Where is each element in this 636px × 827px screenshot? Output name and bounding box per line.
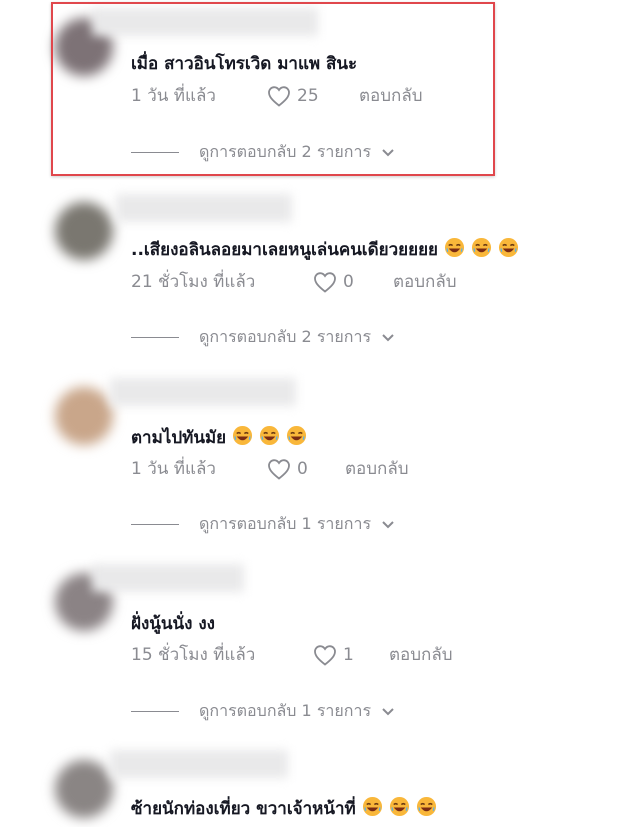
avatar[interactable] [55, 387, 113, 445]
comment-text: ..เสียงอลินลอยมาเลยหนูเล่นคนเดียวยยยย [131, 236, 519, 263]
username-redacted [110, 750, 288, 778]
heart-outline-icon [314, 644, 336, 666]
like-button[interactable]: 0 [313, 271, 393, 293]
like-count: 25 [297, 85, 319, 106]
view-replies-button[interactable]: ดูการตอบกลับ 1 รายการ [131, 699, 395, 724]
view-replies-label: ดูการตอบกลับ 2 รายการ [199, 327, 372, 346]
like-button[interactable]: 25 [267, 85, 359, 107]
heart-outline-icon [314, 271, 336, 293]
username-redacted [92, 564, 244, 592]
comment-meta: 1 วัน ที่แล้ว 25 ตอบกลับ [131, 82, 423, 109]
comment-meta: 21 ชั่วโมง ที่แล้ว 0 ตอบกลับ [131, 268, 457, 295]
like-count: 1 [343, 644, 354, 665]
view-replies-label: ดูการตอบกลับ 1 รายการ [199, 701, 372, 720]
avatar[interactable] [55, 760, 113, 818]
laughing-emoji [416, 796, 436, 817]
reply-button[interactable]: ตอบกลับ [389, 641, 453, 668]
username-redacted [92, 8, 318, 36]
comment-time: 15 ชั่วโมง ที่แล้ว [131, 645, 256, 665]
laughing-emoji [444, 237, 465, 258]
username-redacted [116, 194, 292, 222]
comment-meta: 1 วัน ที่แล้ว 0 ตอบกลับ [131, 455, 409, 482]
divider-line [131, 711, 179, 712]
chevron-down-icon [382, 707, 394, 715]
comment-time: 1 วัน ที่แล้ว [131, 86, 216, 106]
comment-text-body: ซ้ายนักท่องเที่ยว ขวาเจ้าหน้าที่ [131, 799, 356, 819]
divider-line [131, 152, 179, 153]
reply-button[interactable]: ตอบกลับ [359, 82, 423, 109]
comment-text: ฝั่งนู้นนั่ง งง [131, 614, 215, 634]
chevron-down-icon [382, 520, 394, 528]
reply-button[interactable]: ตอบกลับ [345, 455, 409, 482]
like-button[interactable]: 0 [267, 458, 345, 480]
chevron-down-icon [382, 148, 394, 156]
like-count: 0 [343, 271, 354, 292]
comment-meta: 15 ชั่วโมง ที่แล้ว 1 ตอบกลับ [131, 641, 453, 668]
comment-text-body: ..เสียงอลินลอยมาเลยหนูเล่นคนเดียวยยยย [131, 240, 439, 260]
heart-outline-icon [268, 458, 290, 480]
laughing-emoji [471, 237, 492, 258]
divider-line [131, 337, 179, 338]
view-replies-button[interactable]: ดูการตอบกลับ 1 รายการ [131, 512, 395, 537]
laughing-emoji [287, 425, 307, 446]
laughing-emoji [389, 796, 409, 817]
laughing-emoji [260, 425, 280, 446]
chevron-down-icon [382, 333, 394, 341]
reply-button[interactable]: ตอบกลับ [393, 268, 457, 295]
view-replies-label: ดูการตอบกลับ 2 รายการ [199, 142, 372, 161]
username-redacted [110, 378, 296, 406]
view-replies-label: ดูการตอบกลับ 1 รายการ [199, 514, 372, 533]
divider-line [131, 524, 179, 525]
comment-text-body: ตามไปทันมัย [131, 428, 227, 448]
laughing-emoji [233, 425, 253, 446]
comment-time: 1 วัน ที่แล้ว [131, 459, 216, 479]
like-count: 0 [297, 458, 308, 479]
laughing-emoji [362, 796, 382, 817]
comment-text: เมื่อ สาวอินโทรเวิด มาแพ สินะ [131, 54, 358, 74]
laughing-emoji [498, 237, 519, 258]
comment-time: 21 ชั่วโมง ที่แล้ว [131, 272, 256, 292]
like-button[interactable]: 1 [313, 644, 389, 666]
heart-outline-icon [268, 85, 290, 107]
view-replies-button[interactable]: ดูการตอบกลับ 2 รายการ [131, 140, 395, 165]
comment-text: ตามไปทันมัย [131, 424, 307, 451]
comment-text: ซ้ายนักท่องเที่ยว ขวาเจ้าหน้าที่ [131, 795, 437, 822]
avatar[interactable] [55, 202, 113, 260]
view-replies-button[interactable]: ดูการตอบกลับ 2 รายการ [131, 325, 395, 350]
